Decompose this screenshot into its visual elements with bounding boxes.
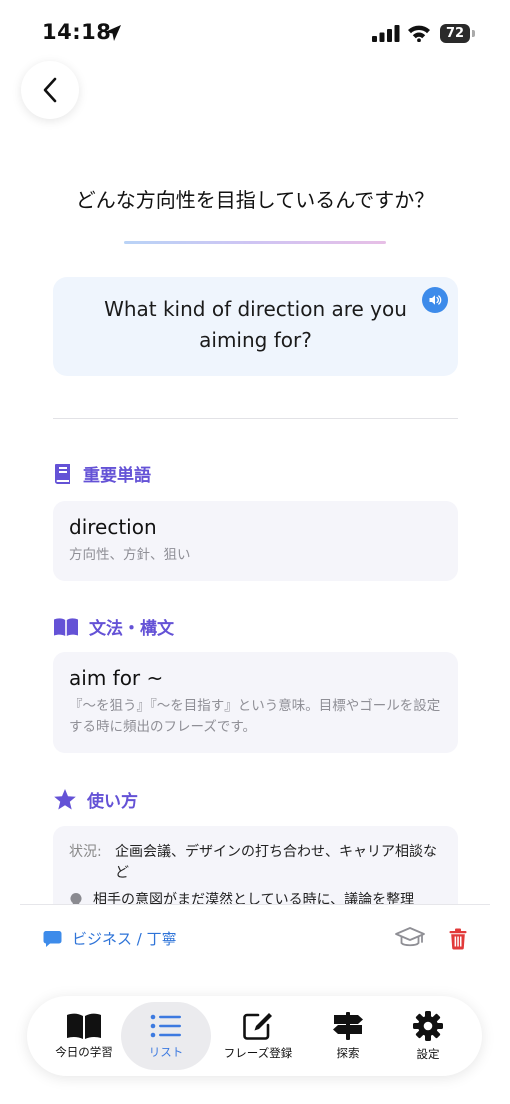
usage-card: 状況: 企画会議、デザインの打ち合わせ、キャリア相談など 相手の意図がまだ漠然と…: [53, 826, 458, 904]
status-time: 14:18: [42, 20, 112, 44]
battery-indicator: 72: [440, 24, 470, 43]
chevron-left-icon: [43, 77, 57, 103]
tab-phrase-register[interactable]: フレーズ登録: [213, 1002, 303, 1070]
tab-list[interactable]: リスト: [121, 1002, 211, 1070]
book-icon: [67, 1013, 101, 1039]
usage-situation-row: 状況: 企画会議、デザインの打ち合わせ、キャリア相談など: [69, 842, 442, 884]
situation-text: 企画会議、デザインの打ち合わせ、キャリア相談など: [115, 844, 437, 881]
wifi-icon: [408, 25, 430, 42]
situation-label: 状況:: [69, 844, 102, 860]
grammar-card: aim for ~ 『〜を狙う』『〜を目指す』という意味。目標やゴールを設定する…: [53, 652, 458, 753]
book-open-icon: [54, 617, 78, 636]
location-arrow-icon: [105, 25, 121, 41]
scene-tag-label: ビジネス / 丁寧: [72, 930, 177, 948]
tab-label: 設定: [416, 1047, 440, 1061]
grammar-explanation: 『〜を狙う』『〜を目指す』という意味。目標やゴールを設定する時に頻出のフレーズで…: [69, 698, 441, 735]
gradient-divider: [124, 241, 386, 244]
tab-label: フレーズ登録: [223, 1046, 293, 1060]
tab-bar: 今日の学習 リスト フレーズ登録 探索 設定: [27, 996, 482, 1076]
book-closed-icon: [55, 463, 70, 484]
cellular-signal-icon: [372, 25, 400, 42]
star-icon: [54, 789, 76, 810]
tab-label: リスト: [148, 1045, 184, 1059]
usage-section-header: 使い方: [53, 787, 138, 812]
english-translation-card: What kind of direction are you aiming fo…: [53, 277, 458, 376]
speech-bubble-icon: [43, 930, 62, 947]
scene-tag: ビジネス / 丁寧: [43, 928, 177, 949]
status-bar: 14:18 72: [0, 0, 510, 62]
vocab-meaning: 方向性、方針、狙い: [69, 547, 191, 563]
speaker-icon: [429, 295, 442, 305]
vocab-section-header: 重要単語: [53, 461, 151, 486]
tab-today-learning[interactable]: 今日の学習: [39, 1002, 129, 1070]
vocab-card: direction 方向性、方針、狙い: [53, 501, 458, 581]
battery-cap: [472, 30, 475, 37]
tab-explore[interactable]: 探索: [303, 1002, 393, 1070]
grammar-section-header: 文法・構文: [53, 614, 174, 639]
usage-tip-row: 相手の意図がまだ漠然としている時に、議論を整理: [69, 890, 442, 904]
edit-icon: [243, 1013, 272, 1040]
section-divider: [53, 418, 458, 419]
footer-divider: [20, 904, 490, 905]
graduation-cap-icon[interactable]: [394, 925, 426, 953]
tab-settings[interactable]: 設定: [383, 1002, 473, 1070]
vocab-word: direction: [69, 515, 157, 539]
lightbulb-icon: [70, 892, 82, 904]
trash-icon[interactable]: [449, 928, 467, 950]
grammar-pattern: aim for ~: [69, 666, 164, 690]
vocab-section-title: 重要単語: [83, 466, 151, 486]
play-audio-button[interactable]: [422, 287, 448, 313]
tab-label: 今日の学習: [55, 1045, 113, 1059]
list-icon: [150, 1014, 181, 1038]
grammar-section-title: 文法・構文: [89, 619, 174, 639]
english-phrase: What kind of direction are you aiming fo…: [104, 297, 407, 352]
back-button[interactable]: [21, 61, 79, 119]
usage-tip-text: 相手の意図がまだ漠然としている時に、議論を整理: [93, 892, 415, 904]
japanese-phrase: どんな方向性を目指しているんですか？: [75, 188, 435, 212]
gear-icon: [413, 1011, 443, 1041]
signpost-icon: [333, 1012, 363, 1040]
tab-label: 探索: [336, 1046, 360, 1060]
usage-section-title: 使い方: [87, 792, 138, 812]
